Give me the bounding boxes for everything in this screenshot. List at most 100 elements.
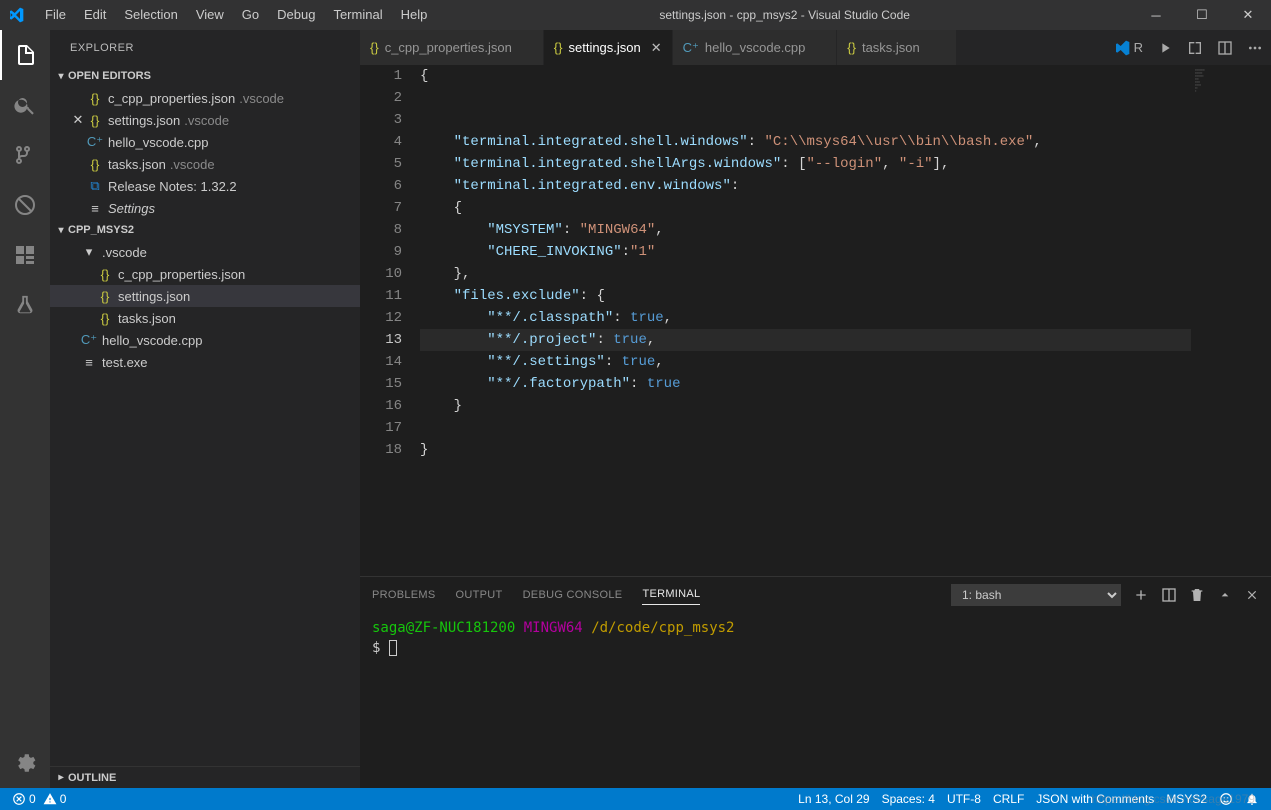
maximize-panel-button[interactable]	[1217, 587, 1233, 603]
code-content[interactable]: { "terminal.integrated.shell.windows": "…	[420, 65, 1191, 576]
status-spaces[interactable]: Spaces: 4	[876, 788, 941, 810]
split-terminal-button[interactable]	[1161, 587, 1177, 603]
terminal-user: saga@ZF-NUC181200	[372, 620, 515, 636]
status-errors[interactable]: 0 0	[6, 788, 72, 810]
branch-icon	[13, 143, 37, 167]
open-editor-item[interactable]: ✕{}settings.json.vscode	[50, 109, 360, 131]
panel-tab-output[interactable]: OUTPUT	[456, 585, 503, 605]
open-editor-label: Settings	[108, 201, 155, 216]
editor-tabs: {}c_cpp_properties.json✕{}settings.json✕…	[360, 30, 1271, 65]
code-editor[interactable]: 123456789101112131415161718 { "terminal.…	[360, 65, 1271, 576]
close-placeholder[interactable]	[70, 135, 86, 150]
file-icon: ≡	[80, 355, 98, 370]
file-item[interactable]: C⁺hello_vscode.cpp	[50, 329, 360, 351]
split-editor-button[interactable]	[1217, 40, 1233, 56]
close-placeholder[interactable]	[70, 201, 86, 216]
status-eol[interactable]: CRLF	[987, 788, 1030, 810]
terminal-selector[interactable]: 1: bash	[951, 584, 1121, 606]
kill-terminal-button[interactable]	[1189, 587, 1205, 603]
close-icon[interactable]: ✕	[70, 112, 86, 128]
close-placeholder[interactable]	[70, 157, 86, 172]
file-item[interactable]: {}c_cpp_properties.json	[50, 263, 360, 285]
editor-tab[interactable]: {}settings.json✕	[544, 30, 673, 65]
maximize-button[interactable]: ☐	[1179, 0, 1225, 30]
activity-source-control[interactable]	[0, 130, 50, 180]
file-item[interactable]: {}settings.json	[50, 285, 360, 307]
file-icon: {}	[96, 311, 114, 326]
activity-extensions[interactable]	[0, 230, 50, 280]
menu-go[interactable]: Go	[233, 0, 268, 30]
activity-settings[interactable]	[0, 738, 50, 788]
close-button[interactable]: ✕	[1225, 0, 1271, 30]
open-editor-item[interactable]: ⧉ Release Notes: 1.32.2	[50, 175, 360, 197]
run-badge[interactable]: R	[1114, 40, 1143, 56]
menu-terminal[interactable]: Terminal	[324, 0, 391, 30]
chevron-down-icon: ▾	[54, 225, 68, 236]
editor-tab[interactable]: {}c_cpp_properties.json✕	[360, 30, 544, 65]
minimap[interactable]: ▀▀▀▀▀▀▀▀▀▀▀▀▀▀▀▀▀▀▀▀▀▀▀▀▀▀▀▀▀▀▀▀▀▀▀▀	[1191, 65, 1271, 576]
plus-icon	[1133, 587, 1149, 603]
chevron-right-icon: ▸	[54, 772, 68, 783]
project-header[interactable]: ▾ CPP_MSYS2	[50, 219, 360, 241]
chevron-up-icon	[1217, 587, 1233, 603]
file-icon: {}	[96, 267, 114, 282]
outline-header[interactable]: ▸ OUTLINE	[50, 766, 360, 788]
editor-tab[interactable]: C⁺hello_vscode.cpp✕	[673, 30, 838, 65]
open-editor-item[interactable]: C⁺hello_vscode.cpp	[50, 131, 360, 153]
terminal-cwd: /d/code/cpp_msys2	[591, 620, 734, 636]
window-title: settings.json - cpp_msys2 - Visual Studi…	[436, 8, 1133, 22]
editor-tab[interactable]: {}tasks.json✕	[837, 30, 957, 65]
open-editor-item[interactable]: ≡Settings	[50, 197, 360, 219]
menu-view[interactable]: View	[187, 0, 233, 30]
new-terminal-button[interactable]	[1133, 587, 1149, 603]
activity-testing[interactable]	[0, 280, 50, 330]
panel-tab-problems[interactable]: PROBLEMS	[372, 585, 436, 605]
activity-search[interactable]	[0, 80, 50, 130]
menu-edit[interactable]: Edit	[75, 0, 115, 30]
titlebar: File Edit Selection View Go Debug Termin…	[0, 0, 1271, 30]
beaker-icon	[14, 294, 36, 316]
sidebar-title: EXPLORER	[50, 30, 360, 65]
status-lncol[interactable]: Ln 13, Col 29	[792, 788, 875, 810]
close-placeholder[interactable]	[70, 91, 86, 106]
minimize-button[interactable]: ─	[1133, 0, 1179, 30]
status-encoding[interactable]: UTF-8	[941, 788, 987, 810]
statusbar: 0 0 Ln 13, Col 29 Spaces: 4 UTF-8 CRLF J…	[0, 788, 1271, 810]
open-editor-item[interactable]: {}c_cpp_properties.json.vscode	[50, 87, 360, 109]
folder-item[interactable]: ▾.vscode	[50, 241, 360, 263]
search-icon	[13, 93, 37, 117]
activity-debug[interactable]	[0, 180, 50, 230]
panel-tab-debug-console[interactable]: DEBUG CONSOLE	[523, 585, 623, 605]
file-icon: ⧉	[86, 178, 104, 194]
file-item[interactable]: ≡test.exe	[50, 351, 360, 373]
error-icon	[12, 792, 26, 806]
more-actions-button[interactable]	[1247, 40, 1263, 56]
terminal-env: MINGW64	[524, 620, 583, 636]
file-item[interactable]: {}tasks.json	[50, 307, 360, 329]
close-placeholder[interactable]	[70, 179, 86, 194]
bug-icon	[13, 193, 37, 217]
close-icon[interactable]: ✕	[651, 40, 662, 56]
run-button[interactable]	[1157, 40, 1173, 56]
status-feedback[interactable]	[1213, 788, 1239, 810]
close-panel-button[interactable]	[1245, 588, 1259, 602]
status-notifications[interactable]	[1239, 788, 1265, 810]
status-terminal-profile[interactable]: MSYS2	[1160, 788, 1213, 810]
open-changes-button[interactable]	[1187, 40, 1203, 56]
menu-debug[interactable]: Debug	[268, 0, 324, 30]
menu-selection[interactable]: Selection	[115, 0, 186, 30]
activity-explorer[interactable]	[0, 30, 50, 80]
files-icon	[14, 43, 38, 67]
open-editors-list: {}c_cpp_properties.json.vscode✕{}setting…	[50, 87, 360, 219]
smiley-icon	[1219, 792, 1233, 806]
terminal[interactable]: saga@ZF-NUC181200 MINGW64 /d/code/cpp_ms…	[360, 612, 1271, 788]
explorer-sidebar: EXPLORER ▾ OPEN EDITORS {}c_cpp_properti…	[50, 30, 360, 788]
file-icon: {}	[86, 113, 104, 128]
menu-file[interactable]: File	[36, 0, 75, 30]
open-editors-header[interactable]: ▾ OPEN EDITORS	[50, 65, 360, 87]
panel-tab-terminal[interactable]: TERMINAL	[642, 584, 700, 605]
status-language[interactable]: JSON with Comments	[1030, 788, 1160, 810]
menu-help[interactable]: Help	[392, 0, 437, 30]
open-editor-item[interactable]: {}tasks.json.vscode	[50, 153, 360, 175]
open-editor-label: Release Notes: 1.32.2	[108, 179, 237, 194]
